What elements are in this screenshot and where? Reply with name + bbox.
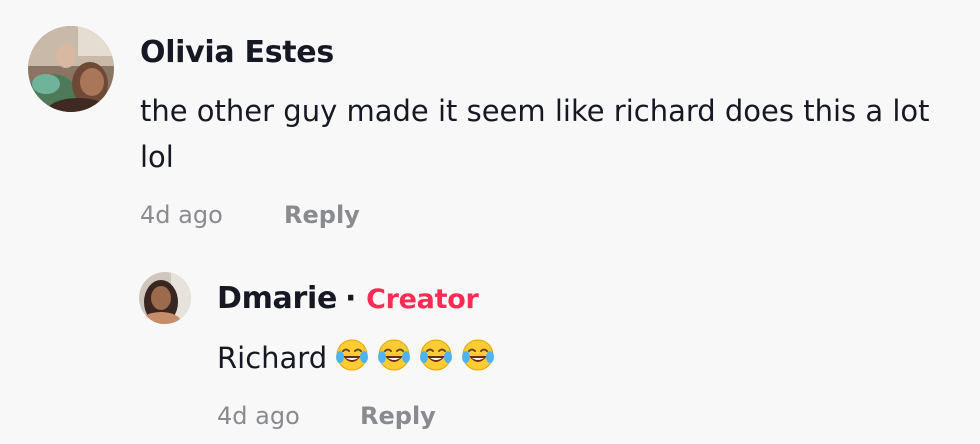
comment-text: the other guy made it seem like richard … xyxy=(140,94,930,174)
avatar[interactable] xyxy=(28,26,114,112)
reply-timestamp: 4d ago xyxy=(217,402,300,430)
tears-of-joy-emoji-icon xyxy=(419,338,453,385)
comment-author[interactable]: Olivia Estes xyxy=(140,35,334,70)
reply-text-line: Richard xyxy=(217,335,495,385)
avatar[interactable] xyxy=(139,272,191,324)
creator-badge: Creator xyxy=(366,284,479,315)
reply-text: Richard xyxy=(217,341,328,375)
emoji-row xyxy=(327,339,495,375)
reply-author-line: Dmarie · Creator xyxy=(217,281,479,316)
reply-button[interactable]: Reply xyxy=(284,201,360,229)
tears-of-joy-emoji-icon xyxy=(335,338,369,385)
tears-of-joy-emoji-icon xyxy=(461,338,495,385)
avatar-photo-icon xyxy=(28,26,114,112)
reply-author[interactable]: Dmarie xyxy=(217,281,337,316)
reply-button[interactable]: Reply xyxy=(360,402,436,430)
separator-dot: · xyxy=(345,281,357,316)
comment-timestamp: 4d ago xyxy=(140,201,223,229)
tears-of-joy-emoji-icon xyxy=(377,338,411,385)
avatar-photo-icon xyxy=(139,272,191,324)
